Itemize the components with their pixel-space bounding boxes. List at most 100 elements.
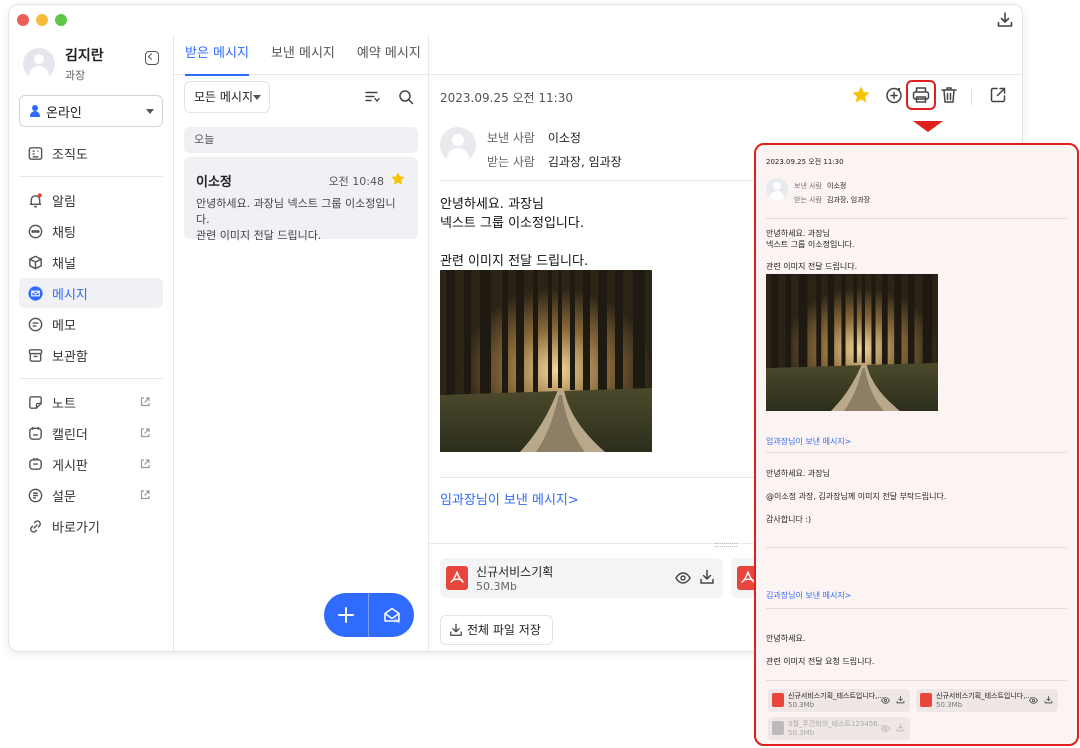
preview-recipients: 김과장, 임과장 (827, 196, 871, 204)
trash-icon[interactable] (939, 85, 959, 105)
preview-sender-row: 보낸 사람 이소정 (794, 181, 846, 191)
eye-icon[interactable] (675, 570, 691, 586)
star-icon[interactable] (390, 171, 406, 187)
user-role: 과장 (65, 69, 86, 82)
sidebar-item-label: 조직도 (52, 147, 88, 163)
board-icon (29, 457, 42, 470)
print-icon[interactable] (911, 85, 931, 105)
sidebar-item-memo[interactable]: 메모 (19, 309, 163, 339)
person-icon (30, 105, 40, 117)
minimize-window-button[interactable] (36, 14, 48, 26)
divider (19, 176, 163, 177)
preview-file-size: 50.3Mb (936, 701, 963, 709)
status-value: 온라인 (46, 105, 82, 121)
sidebar-item-label: 보관함 (52, 349, 88, 365)
preview-thread-line: 관련 이미지 전달 요청 드립니다. (766, 657, 875, 666)
sidebar-item-label: 메시지 (52, 287, 88, 303)
file-icon (772, 721, 784, 735)
search-icon[interactable] (398, 89, 414, 105)
message-tabs: 받은 메시지 보낸 메시지 예약 메시지 (174, 35, 1022, 76)
external-link-icon[interactable] (139, 489, 151, 501)
preview-recipient-label: 받는 사람 (794, 196, 822, 204)
resize-grip[interactable] (715, 543, 737, 547)
pdf-file-icon (920, 693, 932, 707)
preview-attachment-card: 신규서비스기획_테스트입니다,... 50.3Mb (768, 689, 910, 712)
sidebar-item-note[interactable]: 노트 (19, 387, 163, 417)
open-new-window-icon[interactable] (988, 85, 1008, 105)
eye-icon (1029, 697, 1038, 704)
collapse-sidebar-icon[interactable] (145, 51, 159, 65)
star-icon[interactable] (851, 85, 871, 105)
sidebar: 김지란 과장 온라인 조직도 알림 채팅 채널 메시지 메모 보관함 노트 캘린… (9, 35, 174, 651)
status-select[interactable]: 온라인 (19, 95, 163, 127)
compose-button[interactable] (324, 593, 369, 637)
preview-file-name: 신규서비스기획_테스트입니다,... (936, 692, 1033, 700)
tab-sent[interactable]: 보낸 메시지 (271, 35, 335, 75)
download-icon[interactable] (699, 569, 715, 585)
filter-value: 모든 메시지 (194, 90, 254, 104)
download-icon (896, 695, 905, 704)
save-all-files-button[interactable]: 전체 파일 저장2 (440, 615, 553, 645)
sender-row: 보낸 사람 이소정 (487, 129, 787, 146)
sidebar-item-label: 게시판 (52, 458, 88, 474)
memo-icon (28, 317, 43, 331)
preview-file-name: 3월_주간회의_테스트123456... (788, 720, 885, 728)
external-link-icon[interactable] (139, 427, 151, 439)
recipient-names[interactable]: 김과장, 임과장 (548, 155, 622, 169)
date-group-header: 오늘 (184, 127, 418, 153)
org-chart-icon (28, 146, 43, 160)
user-name: 김지란 (65, 48, 104, 64)
attachment-size: 50.3Mb (476, 580, 517, 593)
sidebar-item-archive[interactable]: 보관함 (19, 340, 163, 370)
download-icon[interactable] (996, 11, 1014, 29)
calendar-icon (29, 426, 42, 440)
note-icon (29, 395, 42, 409)
sidebar-item-label: 알림 (52, 194, 76, 210)
list-item[interactable]: 이소정 오전 10:48 안녕하세요. 과장님 넥스트 그룹 이소정입니다. 관… (184, 157, 418, 242)
open-envelope-icon: AL (383, 607, 400, 625)
preview-file-size: 50.3Mb (788, 701, 815, 709)
sender-label: 보낸 사람 (487, 131, 535, 145)
download-icon (1044, 695, 1053, 704)
sender-name[interactable]: 이소정 (548, 131, 581, 145)
sidebar-item-label: 메모 (52, 318, 76, 334)
svg-text:AL: AL (394, 619, 400, 625)
tab-scheduled[interactable]: 예약 메시지 (357, 35, 421, 75)
sidebar-item-alerts[interactable]: 알림 (19, 185, 163, 215)
attachment-card[interactable]: 신규서비스기획 50.3Mb (440, 558, 723, 598)
add-reaction-icon[interactable] (884, 85, 904, 105)
tab-inbox[interactable]: 받은 메시지 (185, 35, 249, 76)
sidebar-item-board[interactable]: 게시판 (19, 449, 163, 479)
survey-icon (28, 488, 43, 502)
preview-sender-label: 보낸 사람 (794, 182, 822, 190)
sidebar-item-channel[interactable]: 채널 (19, 247, 163, 277)
thread-link[interactable]: 임과장님이 보낸 메시지> (440, 489, 579, 508)
preview-body-line: 관련 이미지 전달 드립니다. (766, 262, 858, 271)
preview-thread-link: 임과장님이 보낸 메시지> (766, 437, 852, 446)
maximize-window-button[interactable] (55, 14, 67, 26)
sidebar-item-label: 노트 (52, 396, 76, 412)
archive-icon (28, 348, 43, 362)
list-item-preview: 관련 이미지 전달 드립니다. (196, 229, 322, 242)
download-icon (450, 623, 462, 636)
sidebar-item-message[interactable]: 메시지 (19, 278, 163, 308)
filter-select[interactable]: 모든 메시지 (184, 81, 270, 113)
sidebar-item-calendar[interactable]: 캘린더 (19, 418, 163, 448)
sort-filter-icon[interactable] (364, 89, 380, 105)
close-window-button[interactable] (17, 14, 29, 26)
sidebar-item-label: 캘린더 (52, 427, 88, 443)
external-link-icon[interactable] (139, 396, 151, 408)
sidebar-item-shortcut[interactable]: 바로가기 (19, 511, 163, 541)
bell-icon (29, 192, 42, 207)
forest-photo[interactable] (440, 270, 652, 452)
sidebar-item-chat[interactable]: 채팅 (19, 216, 163, 246)
pointer-arrow (913, 121, 943, 132)
save-all-label: 전체 파일 저장 (467, 623, 541, 637)
sidebar-item-org[interactable]: 조직도 (19, 138, 163, 168)
external-link-icon[interactable] (139, 458, 151, 470)
sender-avatar (440, 127, 476, 163)
user-profile[interactable]: 김지란 과장 (19, 35, 163, 93)
mark-all-read-button[interactable]: AL (369, 593, 414, 637)
link-icon (30, 519, 41, 533)
sidebar-item-survey[interactable]: 설문 (19, 480, 163, 510)
